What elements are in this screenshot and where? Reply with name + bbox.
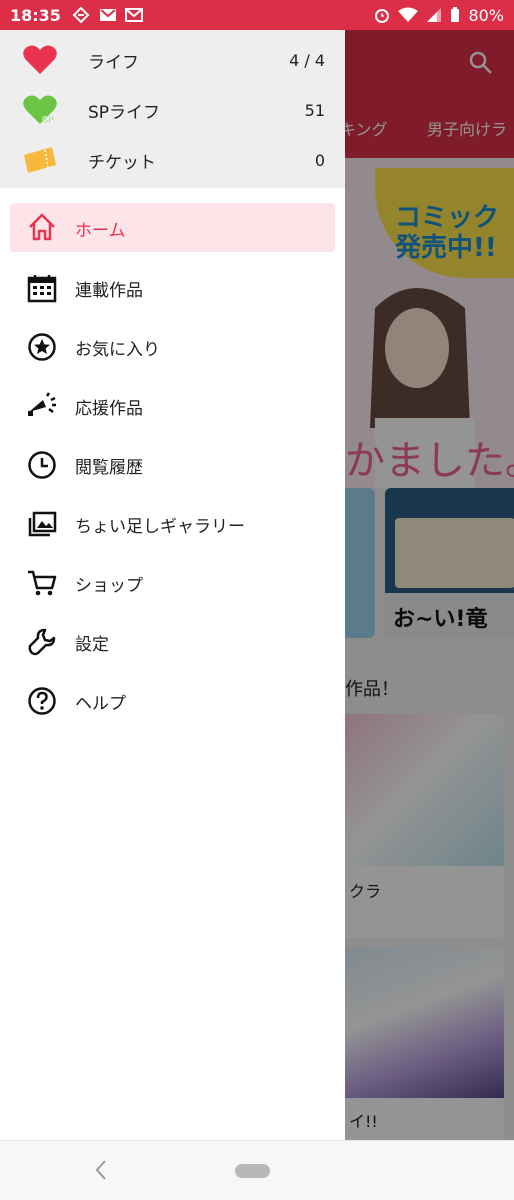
menu-item-history[interactable]: 閲覧履歴 [10, 439, 335, 498]
home-pill[interactable] [235, 1164, 270, 1178]
sp-life-label: SPライフ [88, 102, 161, 123]
star-icon [28, 333, 56, 361]
system-nav-bar [0, 1140, 514, 1200]
menu-item-label: ちょい足しギャラリー [75, 517, 245, 537]
calendar-icon [27, 275, 57, 303]
life-value: 4 / 4 [289, 50, 325, 70]
alarm-icon [375, 9, 390, 23]
menu-item-series[interactable]: 連載作品 [10, 262, 335, 321]
svg-text:SP: SP [42, 115, 54, 125]
sp-heart-icon: SP [23, 95, 57, 125]
menu-item-shop[interactable]: ショップ [10, 557, 335, 616]
gallery-icon [28, 511, 57, 537]
ticket-row: チケット 0 [0, 135, 345, 185]
back-icon[interactable] [94, 1159, 108, 1181]
sp-life-row: SP SPライフ 51 [0, 85, 345, 135]
mail-icon [124, 8, 143, 22]
battery-level: 80% [468, 5, 504, 25]
menu-item-label: ホーム [75, 221, 126, 241]
status-time: 18:35 [10, 5, 61, 25]
cheer-icon [28, 392, 56, 416]
drawer-menu: ホーム 連載作品 お気に入り 応援作品 閲覧履歴 ちょい足しギャラリー ショップ [0, 188, 345, 734]
menu-item-label: 設定 [75, 635, 109, 655]
navigation-drawer: ライフ 4 / 4 SP SPライフ 51 チケット 0 ホーム 連載作品 お気… [0, 30, 345, 1140]
heart-icon [23, 45, 57, 74]
life-label: ライフ [88, 52, 139, 73]
status-bar: 18:35 80% [0, 0, 514, 30]
wrench-icon [28, 628, 56, 656]
battery-icon [451, 7, 460, 22]
wifi-icon [398, 7, 419, 22]
menu-item-settings[interactable]: 設定 [10, 616, 335, 675]
help-icon [28, 687, 56, 715]
menu-item-help[interactable]: ヘルプ [10, 675, 335, 734]
sync-icon [72, 6, 90, 24]
ticket-value: 0 [314, 150, 325, 170]
ticket-icon [24, 147, 56, 173]
clock-icon [28, 451, 56, 479]
menu-item-label: ヘルプ [75, 694, 126, 714]
menu-item-favorites[interactable]: お気に入り [10, 321, 335, 380]
menu-item-label: 応援作品 [75, 399, 143, 419]
drawer-header: ライフ 4 / 4 SP SPライフ 51 チケット 0 [0, 30, 345, 188]
menu-item-gallery[interactable]: ちょい足しギャラリー [10, 498, 335, 557]
ticket-label: チケット [88, 152, 156, 173]
menu-item-home[interactable]: ホーム [10, 203, 335, 252]
menu-item-label: お気に入り [75, 340, 160, 360]
life-row: ライフ 4 / 4 [0, 35, 345, 85]
menu-item-label: 連載作品 [75, 281, 143, 301]
gmail-icon [99, 9, 116, 21]
signal-icon [427, 8, 442, 22]
menu-item-cheer[interactable]: 応援作品 [10, 380, 335, 439]
menu-item-label: 閲覧履歴 [75, 458, 143, 478]
cart-icon [28, 570, 57, 596]
home-icon [29, 213, 55, 241]
menu-item-label: ショップ [75, 576, 143, 596]
sp-life-value: 51 [304, 100, 325, 120]
